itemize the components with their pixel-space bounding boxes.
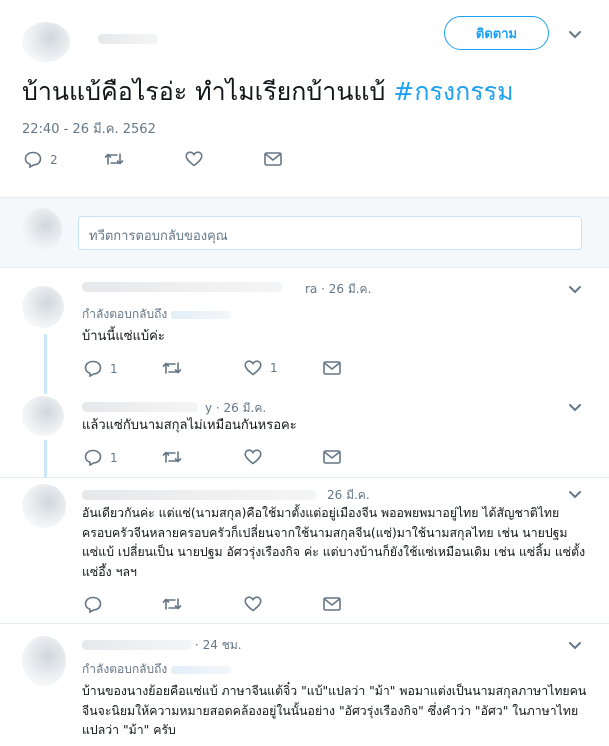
- envelope-icon: [323, 450, 341, 464]
- like-button[interactable]: [244, 449, 262, 465]
- reply-avatar[interactable]: [22, 286, 64, 328]
- dm-button[interactable]: [323, 361, 341, 375]
- replying-to-label: กำลังตอบกลับถึง: [82, 662, 168, 676]
- reply-meta: 26 มี.ค.: [327, 488, 370, 502]
- retweet-button[interactable]: [104, 151, 124, 167]
- retweet-icon: [162, 362, 182, 374]
- reply-author-name[interactable]: [82, 282, 282, 292]
- author-avatar[interactable]: [22, 22, 70, 62]
- reply-text: บ้านของนางย้อยคือแซ่แบ้ ภาษาจีนแต้จิ๋ว "…: [82, 684, 587, 737]
- replying-to-handle[interactable]: [171, 310, 232, 319]
- reply-compose-area: ทวีตการตอบกลับของคุณ: [0, 198, 609, 268]
- retweet-icon: [162, 598, 182, 610]
- reply-button[interactable]: [84, 596, 102, 613]
- like-button[interactable]: 1: [244, 360, 278, 376]
- reply-button[interactable]: 1: [84, 360, 118, 377]
- replying-to: กำลังตอบกลับถึง: [82, 305, 232, 324]
- reply-count: 2: [50, 152, 58, 167]
- reply-button[interactable]: 2: [24, 151, 58, 168]
- thread-line: [44, 334, 47, 394]
- reply-text: อันเดียวกันค่ะ แต่แซ่(นามสกุล)คือใช้มาตั…: [82, 506, 586, 579]
- reply-tweet[interactable]: ra · 26 มี.ค. กำลังตอบกลับถึง บ้านนี้แซ่…: [0, 268, 609, 394]
- reply-icon: [84, 449, 102, 466]
- reply-count: 1: [110, 361, 118, 376]
- chevron-down-icon[interactable]: [568, 403, 582, 413]
- reply-avatar[interactable]: [22, 396, 64, 436]
- retweet-icon: [162, 451, 182, 463]
- heart-icon: [244, 449, 262, 465]
- reply-text: แล้วแซ่กับนามสกุลไม่เหมือนกันหรอคะ: [82, 418, 297, 433]
- chevron-down-icon[interactable]: [568, 30, 582, 40]
- follow-button[interactable]: ติดตาม: [444, 16, 549, 50]
- dm-button[interactable]: [323, 597, 341, 611]
- reply-icon: [84, 360, 102, 377]
- reply-meta: · 24 ชม.: [195, 638, 242, 652]
- tweet-timestamp[interactable]: 22:40 - 26 มี.ค. 2562: [22, 118, 156, 139]
- thread-line: [44, 440, 47, 478]
- replying-to: กำลังตอบกลับถึง: [82, 660, 232, 679]
- tweet-body: บ้านแบ้คือไรอ่ะ ทำไมเรียกบ้านแบ้: [22, 77, 394, 106]
- retweet-button[interactable]: [162, 360, 182, 376]
- retweet-button[interactable]: [162, 596, 182, 612]
- reply-author-name[interactable]: [82, 402, 198, 412]
- chevron-down-icon[interactable]: [568, 641, 582, 651]
- dm-button[interactable]: [264, 152, 282, 166]
- reply-button[interactable]: 1: [84, 449, 118, 466]
- retweet-icon: [104, 153, 124, 165]
- author-name[interactable]: [98, 34, 158, 44]
- main-tweet: ติดตาม บ้านแบ้คือไรอ่ะ ทำไมเรียกบ้านแบ้ …: [0, 0, 609, 198]
- envelope-icon: [323, 597, 341, 611]
- reply-tweet[interactable]: y · 26 มี.ค. แล้วแซ่กับนามสกุลไม่เหมือนก…: [0, 388, 609, 478]
- reply-icon: [24, 151, 42, 168]
- reply-avatar[interactable]: [22, 636, 66, 686]
- reply-icon: [84, 596, 102, 613]
- reply-input[interactable]: ทวีตการตอบกลับของคุณ: [78, 216, 582, 250]
- like-button[interactable]: [185, 151, 203, 167]
- like-count: 1: [270, 361, 278, 375]
- reply-author-name[interactable]: [82, 490, 316, 500]
- dm-button[interactable]: [323, 450, 341, 464]
- reply-avatar[interactable]: [22, 484, 66, 528]
- reply-meta: ra · 26 มี.ค.: [305, 282, 372, 296]
- reply-tweet[interactable]: 26 มี.ค. อันเดียวกันค่ะ แต่แซ่(นามสกุล)ค…: [0, 478, 609, 624]
- replying-to-handle[interactable]: [171, 665, 232, 674]
- tweet-text: บ้านแบ้คือไรอ่ะ ทำไมเรียกบ้านแบ้ #กรงกรร…: [22, 72, 514, 112]
- like-button[interactable]: [244, 596, 262, 612]
- hashtag-link[interactable]: #กรงกรรม: [393, 77, 513, 106]
- envelope-icon: [323, 361, 341, 375]
- retweet-button[interactable]: [162, 449, 182, 465]
- reply-tweet[interactable]: · 24 ชม. กำลังตอบกลับถึง บ้านของนางย้อยค…: [0, 624, 609, 746]
- chevron-down-icon[interactable]: [568, 490, 582, 500]
- chevron-down-icon[interactable]: [568, 285, 582, 295]
- envelope-icon: [264, 152, 282, 166]
- heart-icon: [244, 360, 262, 376]
- heart-icon: [185, 151, 203, 167]
- current-user-avatar: [22, 208, 62, 252]
- reply-count: 1: [110, 450, 118, 465]
- reply-text: บ้านนี้แซ่แบ้ค่ะ: [82, 329, 165, 344]
- reply-author-name[interactable]: [82, 640, 192, 650]
- heart-icon: [244, 596, 262, 612]
- replying-to-label: กำลังตอบกลับถึง: [82, 307, 168, 321]
